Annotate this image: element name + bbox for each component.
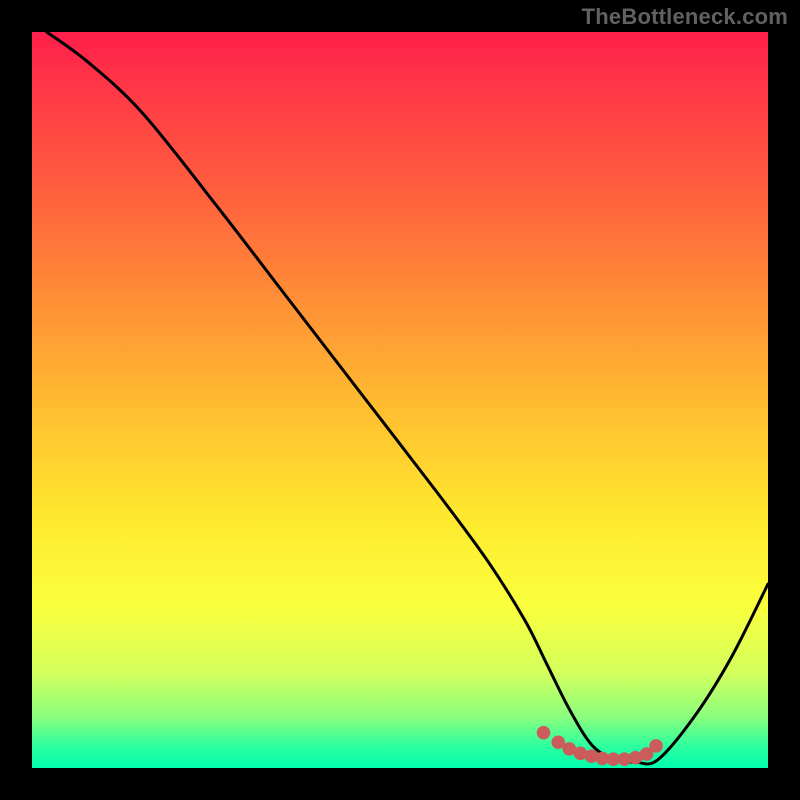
bottleneck-curve: [47, 32, 768, 764]
plot-area: [32, 32, 768, 768]
valley-marker: [537, 726, 551, 740]
chart-frame: TheBottleneck.com: [0, 0, 800, 800]
valley-marker: [649, 739, 663, 753]
curve-layer: [32, 32, 768, 768]
watermark-text: TheBottleneck.com: [582, 4, 788, 30]
